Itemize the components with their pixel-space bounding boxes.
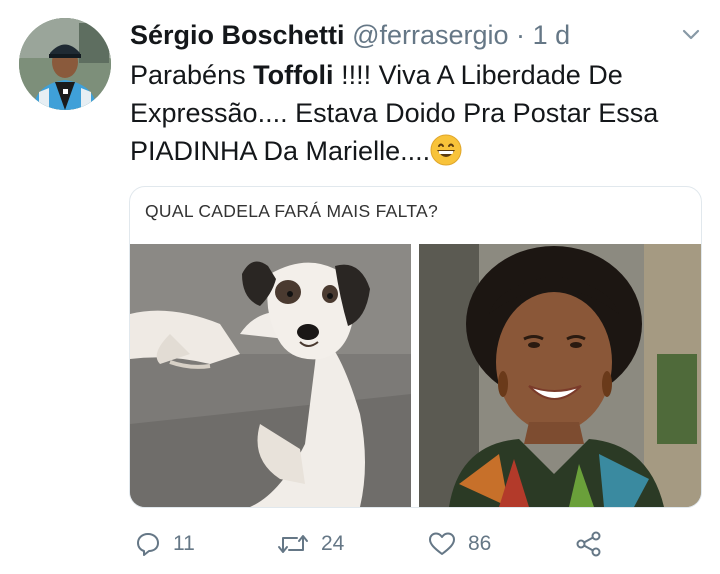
reply-count: 11 xyxy=(173,532,195,555)
tweet-text-start: Parabéns xyxy=(130,60,254,90)
author-handle[interactable]: @ferrasergio xyxy=(352,20,508,50)
avatar[interactable] xyxy=(19,18,111,110)
retweet-button[interactable]: 24 xyxy=(277,524,344,564)
reply-button[interactable]: 11 xyxy=(135,524,195,564)
tweet[interactable]: Sérgio Boschetti @ferrasergio · 1 d Para… xyxy=(0,0,720,574)
chevron-down-icon[interactable] xyxy=(680,26,702,44)
like-button[interactable]: 86 xyxy=(428,524,491,564)
grinning-face-emoji-icon xyxy=(430,134,462,166)
tweet-text: Parabéns Toffoli !!!! Viva A Liberdade D… xyxy=(130,56,710,170)
retweet-icon xyxy=(277,531,309,557)
separator-dot: · xyxy=(516,20,526,50)
like-count: 86 xyxy=(468,532,492,555)
woman-photo[interactable] xyxy=(419,244,701,507)
tweet-actions: 11 24 86 xyxy=(0,524,720,564)
share-icon xyxy=(575,530,603,558)
heart-icon xyxy=(428,531,456,557)
tweet-text-mention: Toffoli xyxy=(253,60,334,90)
share-button[interactable] xyxy=(575,524,603,564)
author-name[interactable]: Sérgio Boschetti xyxy=(130,20,345,50)
reply-icon xyxy=(135,531,161,557)
tweet-header: Sérgio Boschetti @ferrasergio · 1 d xyxy=(130,18,570,52)
tweet-timestamp[interactable]: 1 d xyxy=(533,20,571,50)
retweet-count: 24 xyxy=(321,532,345,555)
media-caption: QUAL CADELA FARÁ MAIS FALTA? xyxy=(145,201,439,221)
media-card[interactable]: QUAL CADELA FARÁ MAIS FALTA? xyxy=(129,186,702,508)
dog-photo[interactable] xyxy=(130,244,411,507)
